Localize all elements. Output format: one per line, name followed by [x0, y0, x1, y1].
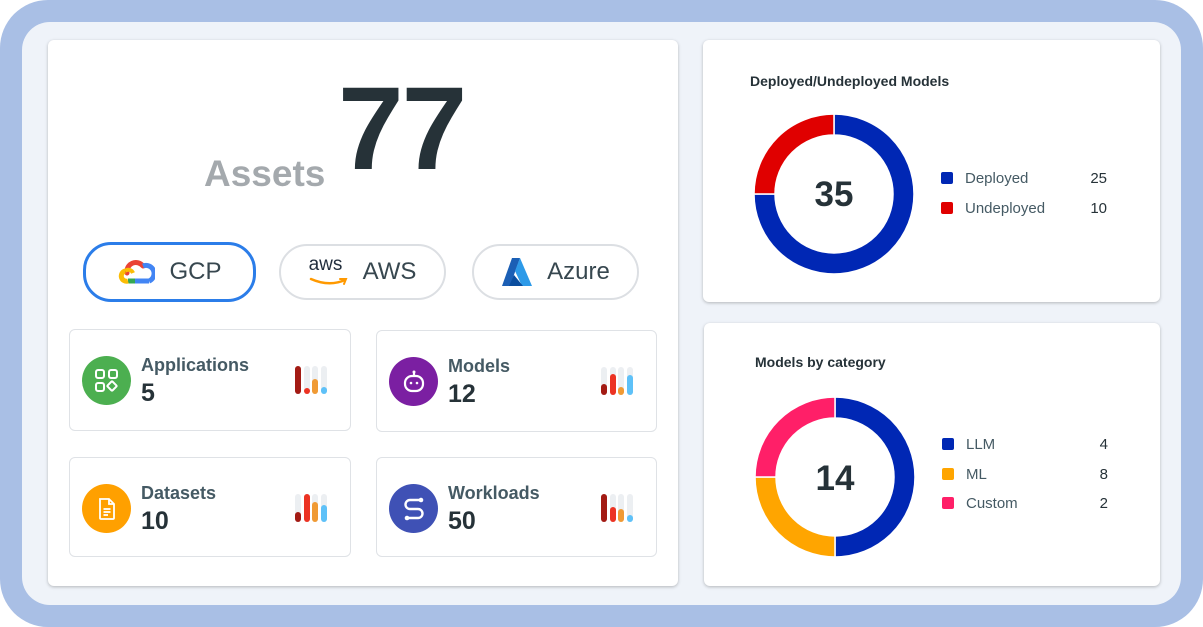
- gcp-filter-button[interactable]: GCP: [83, 242, 256, 302]
- mini-bar: [609, 506, 616, 522]
- tile-value: 10: [141, 507, 169, 535]
- mini-bar-track: [626, 494, 633, 522]
- mini-bar-track: [295, 366, 301, 394]
- models-by-category-card: Models by category 14 LLM 4 ML 8 Custom 2: [704, 323, 1160, 586]
- tile-label: Workloads: [448, 483, 540, 503]
- mini-bar: [303, 388, 310, 394]
- chart-title: Models by category: [755, 354, 886, 370]
- legend-swatch: [942, 438, 954, 450]
- google-cloud-logo-icon: [117, 257, 156, 287]
- robot-icon: [389, 357, 438, 406]
- legend-item[interactable]: ML 8: [942, 465, 1112, 495]
- category-donut-chart: 14: [755, 397, 915, 557]
- mini-bar: [626, 375, 633, 395]
- legend-swatch: [942, 497, 954, 509]
- mini-bar-track: [601, 367, 607, 395]
- donut-center-value: 14: [816, 459, 855, 498]
- mini-bar: [601, 383, 607, 395]
- deployed-donut-chart: 35: [754, 114, 914, 274]
- aws-filter-button[interactable]: aws AWS: [279, 244, 446, 300]
- mini-bar: [601, 494, 607, 522]
- legend-value: 25: [1090, 170, 1107, 187]
- tile-label: Applications: [141, 355, 250, 375]
- mini-bar: [320, 505, 327, 522]
- mini-bar-track: [295, 494, 301, 522]
- legend-value: 8: [1099, 465, 1108, 483]
- azure-label: Azure: [547, 258, 610, 285]
- aws-label: AWS: [362, 258, 417, 285]
- assets-total: 77: [338, 63, 467, 195]
- mini-bar-track: [601, 494, 607, 522]
- legend-label: Undeployed: [965, 200, 1046, 217]
- assets-label: Assets: [204, 153, 326, 194]
- legend-swatch: [941, 172, 953, 184]
- mini-bar-track: [303, 494, 310, 522]
- legend-label: LLM: [966, 436, 996, 453]
- legend-item[interactable]: Undeployed 10: [941, 199, 1111, 229]
- legend-item[interactable]: Deployed 25: [941, 169, 1111, 199]
- mini-bar-track: [320, 494, 327, 522]
- legend-item[interactable]: Custom 2: [942, 494, 1112, 524]
- tile-value: 50: [448, 507, 476, 535]
- chart-legend: Deployed 25 Undeployed 10: [941, 169, 1111, 229]
- chart-title: Deployed/Undeployed Models: [750, 73, 950, 89]
- legend-value: 2: [1099, 495, 1108, 512]
- mini-bar-track: [609, 367, 616, 395]
- tile-label: Datasets: [141, 483, 217, 503]
- mini-bar: [312, 378, 318, 394]
- mini-bar: [609, 374, 616, 395]
- azure-filter-button[interactable]: Azure: [472, 244, 639, 300]
- tile-label: Models: [448, 356, 511, 376]
- legend-swatch: [942, 467, 954, 480]
- mini-bar: [295, 366, 301, 394]
- legend-value: 10: [1090, 200, 1107, 217]
- mini-bar-track: [618, 367, 624, 395]
- mini-bar: [312, 502, 318, 522]
- legend-label: Deployed: [965, 170, 1029, 187]
- aws-logo-text: aws: [308, 254, 343, 275]
- legend-label: ML: [966, 465, 987, 483]
- mini-bar: [295, 512, 301, 522]
- mini-bar-track: [312, 494, 318, 522]
- legend-value: 4: [1099, 436, 1108, 453]
- mini-bar-chart: [295, 494, 331, 522]
- legend-item[interactable]: LLM 4: [942, 435, 1112, 465]
- mini-bar: [618, 386, 624, 395]
- mini-bar-track: [312, 366, 318, 394]
- legend-swatch: [941, 202, 953, 214]
- mini-bar: [626, 515, 633, 522]
- chart-legend: LLM 4 ML 8 Custom 2: [942, 435, 1112, 524]
- aws-logo-icon: aws: [308, 254, 349, 287]
- donut-center-value: 35: [815, 175, 854, 214]
- tile-value: 12: [448, 380, 476, 408]
- tile-value: 5: [141, 379, 155, 407]
- workloads-tile[interactable]: Workloads 50: [376, 457, 657, 557]
- datasets-tile[interactable]: Datasets 10: [69, 457, 351, 557]
- applications-tile[interactable]: Applications 5: [69, 329, 351, 431]
- mini-bar-track: [626, 367, 633, 395]
- deployed-models-card: Deployed/Undeployed Models 35 Deployed 25…: [703, 40, 1160, 302]
- document-icon: [82, 484, 131, 533]
- workflow-icon: [389, 484, 438, 533]
- mini-bar-track: [618, 494, 624, 522]
- mini-bar-chart: [601, 494, 637, 522]
- mini-bar: [618, 509, 624, 522]
- mini-bar-track: [320, 366, 327, 394]
- mini-bar-track: [609, 494, 616, 522]
- mini-bar-track: [303, 366, 310, 394]
- legend-label: Custom: [966, 495, 1018, 512]
- mini-bar-chart: [601, 367, 637, 395]
- mini-bar-chart: [295, 366, 331, 394]
- models-tile[interactable]: Models 12: [376, 330, 657, 432]
- assets-card: Assets 77 GCP aws AWS Azure Applications…: [48, 40, 678, 586]
- azure-logo-icon: [501, 257, 533, 287]
- gcp-label: GCP: [169, 258, 222, 285]
- apps-grid-icon: [82, 356, 131, 405]
- mini-bar: [303, 494, 310, 522]
- mini-bar: [320, 387, 327, 394]
